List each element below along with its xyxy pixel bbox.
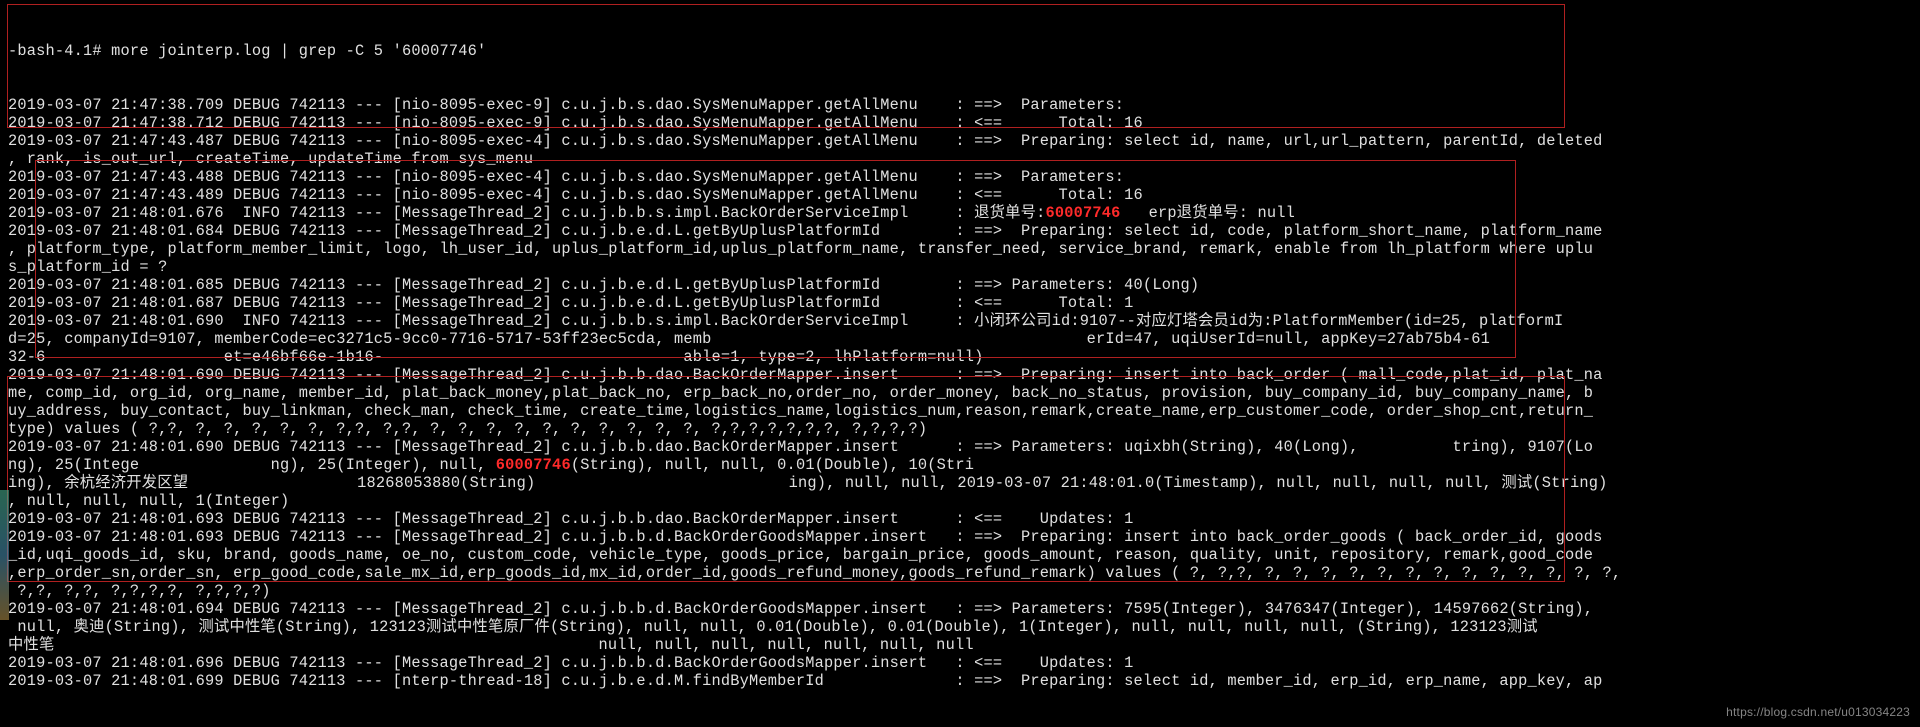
log-line: ng), 25(Intege██████████████ng), 25(Inte… (8, 456, 1912, 474)
log-line: type) values ( ?,?, ?, ?, ?, ?, ?, ?,?, … (8, 420, 1912, 438)
redacted-region: ██████████████ (139, 456, 270, 474)
log-line: , platform_type, platform_member_limit, … (8, 240, 1912, 258)
redacted-region: ███████████████████████████ (535, 474, 788, 492)
redacted-region: ████████████████████████████████████████ (711, 330, 1086, 348)
shell-prompt: -bash-4.1# more jointerp.log | grep -C 5… (8, 42, 1912, 60)
log-line: ing), 余杭经济开发区望██████████████████18268053… (8, 474, 1912, 492)
terminal-window[interactable]: -bash-4.1# more jointerp.log | grep -C 5… (0, 0, 1920, 727)
log-line: uy_address, buy_contact, buy_linkman, ch… (8, 402, 1912, 420)
log-line: , null, null, null, 1(Integer) (8, 492, 1912, 510)
log-line: 2019-03-07 21:48:01.676 INFO 742113 --- … (8, 204, 1912, 222)
grep-match: 60007746 (1045, 204, 1120, 222)
log-line: 2019-03-07 21:48:01.690 DEBUG 742113 ---… (8, 438, 1912, 456)
log-line: 2019-03-07 21:47:38.709 DEBUG 742113 ---… (8, 96, 1912, 114)
log-line: ?,?, ?,?, ?,?,?,?, ?,?,?,?) (8, 582, 1912, 600)
log-line: 2019-03-07 21:48:01.687 DEBUG 742113 ---… (8, 294, 1912, 312)
editor-gutter-strip (0, 490, 9, 620)
log-line: null, 奥迪(String), 测试中性笔(String), 123123测… (8, 618, 1912, 636)
log-line: 2019-03-07 21:47:43.487 DEBUG 742113 ---… (8, 132, 1912, 150)
source-watermark: https://blog.csdn.net/u013034223 (1726, 703, 1910, 721)
redacted-region: ████████████████████████████████ (383, 348, 683, 366)
log-line: 中性笔█████████████████████████████████████… (8, 636, 1912, 654)
log-line: 2019-03-07 21:48:01.693 DEBUG 742113 ---… (8, 510, 1912, 528)
redacted-region: ██████████████████ (188, 474, 357, 492)
redacted-region: █████████ (1368, 438, 1452, 456)
grep-match: 60007746 (496, 456, 571, 474)
log-line: 2019-03-07 21:48:01.693 DEBUG 742113 ---… (8, 528, 1912, 546)
redacted-region: ███████████████████ (46, 348, 224, 366)
log-line: s_platform_id = ? (8, 258, 1912, 276)
log-line: 2019-03-07 21:48:01.696 DEBUG 742113 ---… (8, 654, 1912, 672)
log-line: d=25, companyId=9107, memberCode=ec3271c… (8, 330, 1912, 348)
log-line: 2019-03-07 21:48:01.685 DEBUG 742113 ---… (8, 276, 1912, 294)
log-line: 2019-03-07 21:47:43.489 DEBUG 742113 ---… (8, 186, 1912, 204)
log-line: , rank, is_out_url, createTime, updateTi… (8, 150, 1912, 168)
log-line: 2019-03-07 21:48:01.690 INFO 742113 --- … (8, 312, 1912, 330)
log-line: ,erp_order_sn,order_sn, erp_good_code,sa… (8, 564, 1912, 582)
log-line: 2019-03-07 21:48:01.694 DEBUG 742113 ---… (8, 600, 1912, 618)
log-line: 2019-03-07 21:47:38.712 DEBUG 742113 ---… (8, 114, 1912, 132)
log-line: me, comp_id, org_id, org_name, member_id… (8, 384, 1912, 402)
redacted-region: ████████████████████████████████████████… (974, 456, 1631, 474)
log-line: 2019-03-07 21:48:01.684 DEBUG 742113 ---… (8, 222, 1912, 240)
log-line: 2019-03-07 21:47:43.488 DEBUG 742113 ---… (8, 168, 1912, 186)
log-line: _id,uqi_goods_id, sku, brand, goods_name… (8, 546, 1912, 564)
log-line: 2019-03-07 21:48:01.699 DEBUG 742113 ---… (8, 672, 1912, 690)
log-line: 32-6███████████████████et=e46bf66e-1b16-… (8, 348, 1912, 366)
redacted-region: ████████████████████████████████████████… (55, 636, 590, 654)
log-output: 2019-03-07 21:47:38.709 DEBUG 742113 ---… (8, 96, 1912, 690)
log-line: 2019-03-07 21:48:01.690 DEBUG 742113 ---… (8, 366, 1912, 384)
